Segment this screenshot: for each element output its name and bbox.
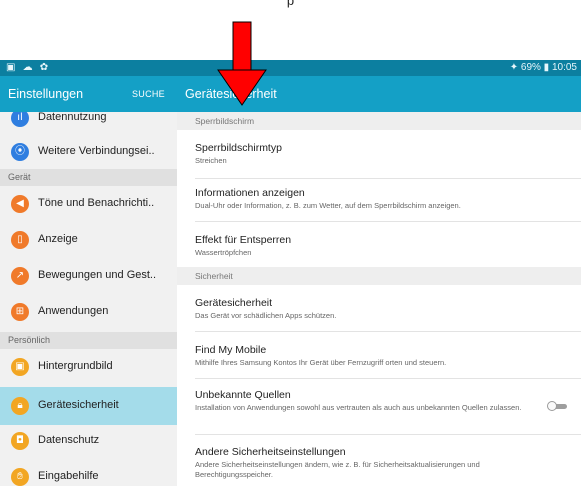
setting-subtitle: Andere Sicherheitseinstellungen ändern, …	[195, 460, 480, 479]
data-usage-icon: ıl	[11, 112, 29, 127]
sidebar-item-anwendungen[interactable]: ⊞ Anwendungen	[0, 294, 177, 330]
motion-icon: ↗	[11, 267, 29, 285]
setting-title: Effekt für Entsperren	[195, 234, 292, 246]
section-lock-screen: Sperrbildschirm	[177, 112, 581, 130]
section-label: Persönlich	[8, 335, 51, 345]
sidebar-item-toene[interactable]: ◀ Töne und Benachrichti..	[0, 186, 177, 222]
divider	[195, 331, 581, 332]
more-connections-icon: ⦿	[11, 143, 29, 161]
lock-icon: 🔒︎	[11, 397, 29, 415]
content-header: Gerätesicherheit	[177, 76, 581, 112]
setting-title: Gerätesicherheit	[195, 297, 273, 309]
wallpaper-icon: ▣	[11, 358, 29, 376]
setting-unknown-sources[interactable]: Unbekannte Quellen Installation von Anwe…	[177, 389, 581, 437]
sidebar-item-hintergrundbild[interactable]: ▣ Hintergrundbild	[0, 349, 177, 385]
setting-find-my-mobile[interactable]: Find My Mobile Mithilfe Ihres Samsung Ko…	[177, 344, 581, 382]
sidebar-item-label: Weitere Verbindungsei..	[38, 145, 155, 157]
sidebar-item-label: Datenschutz	[38, 434, 100, 446]
section-security: Sicherheit	[177, 267, 581, 285]
accessibility-icon: ✋︎	[11, 468, 29, 486]
sidebar-item-datenschutz[interactable]: ◘ Datenschutz	[0, 423, 177, 459]
page-title: Gerätesicherheit	[185, 87, 277, 101]
status-left-icons: ▣ ☁ ✿	[6, 62, 51, 73]
sidebar-item-label: Datennutzung	[38, 112, 107, 123]
sidebar-item-label: Hintergrundbild	[38, 360, 113, 372]
status-bar: ▣ ☁ ✿ ✦ 69% ▮ 10:05	[0, 60, 581, 76]
search-button[interactable]: SUCHE	[132, 89, 165, 99]
sidebar-section-device: Gerät	[0, 169, 177, 186]
divider	[195, 178, 581, 179]
settings-title: Einstellungen	[8, 87, 84, 101]
divider	[195, 434, 581, 435]
sound-icon: ◀	[11, 195, 29, 213]
sidebar: ıl Datennutzung ⦿ Weitere Verbindungsei.…	[0, 112, 178, 486]
sidebar-item-weitere-verbindungen[interactable]: ⦿ Weitere Verbindungsei..	[0, 134, 177, 170]
section-label: Sicherheit	[195, 271, 233, 281]
sidebar-item-label: Anwendungen	[38, 305, 109, 317]
display-icon: ▯	[11, 231, 29, 249]
sidebar-item-eingabehilfe[interactable]: ✋︎ Eingabehilfe	[0, 459, 177, 486]
divider	[195, 221, 581, 222]
annotation-area: p	[0, 0, 581, 60]
setting-subtitle: Dual-Uhr oder Information, z. B. zum Wet…	[195, 201, 461, 210]
setting-other-security[interactable]: Andere Sicherheitseinstellungen Andere S…	[177, 446, 581, 486]
setting-subtitle: Mithilfe Ihres Samsung Kontos Ihr Gerät …	[195, 358, 447, 367]
setting-title: Find My Mobile	[195, 344, 267, 356]
sidebar-item-bewegungen[interactable]: ↗ Bewegungen und Gest..	[0, 258, 177, 294]
setting-device-security[interactable]: Gerätesicherheit Das Gerät vor schädlich…	[177, 297, 581, 335]
setting-subtitle: Das Gerät vor schädlichen Apps schützen.	[195, 311, 337, 320]
section-label: Gerät	[8, 172, 31, 182]
sidebar-item-label: Anzeige	[38, 233, 78, 245]
sidebar-header: Einstellungen SUCHE	[0, 76, 177, 112]
privacy-icon: ◘	[11, 432, 29, 450]
setting-title: Sperrbildschirmtyp	[195, 142, 282, 154]
unknown-sources-toggle[interactable]	[547, 401, 569, 411]
divider	[195, 378, 581, 379]
sidebar-item-label: Bewegungen und Gest..	[38, 269, 157, 281]
sidebar-item-label: Gerätesicherheit	[38, 399, 119, 411]
setting-subtitle: Installation von Anwendungen sowohl aus …	[195, 403, 522, 412]
sidebar-item-label: Töne und Benachrichti..	[38, 197, 155, 209]
annotation-text: p	[286, 0, 295, 8]
sidebar-item-label: Eingabehilfe	[38, 470, 99, 482]
setting-title: Andere Sicherheitseinstellungen	[195, 446, 346, 458]
setting-lock-screen-type[interactable]: Sperrbildschirmtyp Streichen	[177, 142, 581, 180]
sidebar-item-datennutzung[interactable]: ıl Datennutzung	[0, 112, 177, 136]
setting-title: Unbekannte Quellen	[195, 389, 291, 401]
sidebar-item-geraetesicherheit[interactable]: 🔒︎ Gerätesicherheit	[0, 387, 177, 425]
sidebar-section-personal: Persönlich	[0, 332, 177, 349]
content-panel: Sperrbildschirm Sperrbildschirmtyp Strei…	[177, 112, 581, 486]
setting-show-information[interactable]: Informationen anzeigen Dual-Uhr oder Inf…	[177, 187, 581, 225]
status-right-info: ✦ 69% ▮ 10:05	[509, 62, 577, 73]
section-label: Sperrbildschirm	[195, 116, 255, 126]
apps-icon: ⊞	[11, 303, 29, 321]
sidebar-item-anzeige[interactable]: ▯ Anzeige	[0, 222, 177, 258]
setting-subtitle: Streichen	[195, 156, 227, 165]
setting-title: Informationen anzeigen	[195, 187, 305, 199]
setting-subtitle: Wassertröpfchen	[195, 248, 252, 257]
